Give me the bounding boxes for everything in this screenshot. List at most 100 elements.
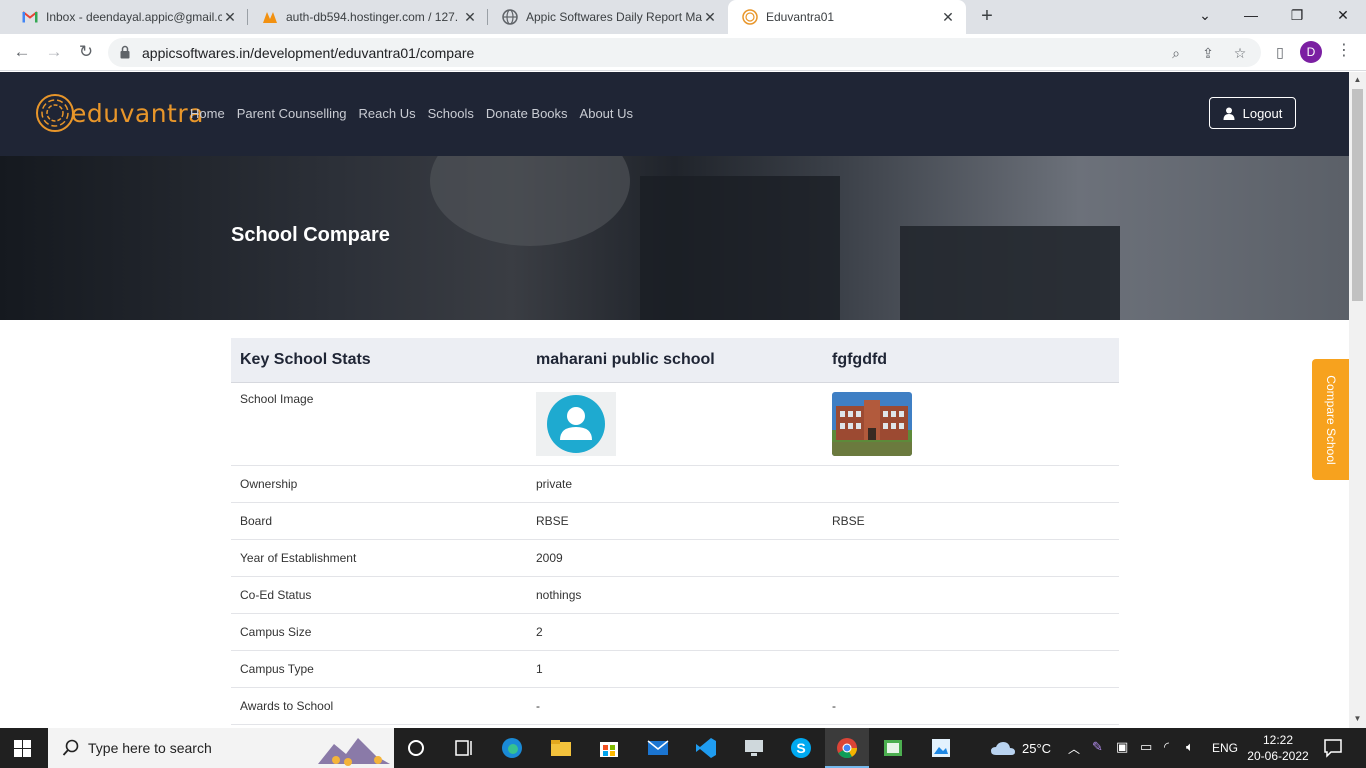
tab-eduvantra[interactable]: Eduvantra01 ✕ [728, 0, 966, 34]
chrome-taskbar-active[interactable] [825, 728, 869, 768]
maximize-button[interactable]: ❐ [1274, 0, 1320, 30]
close-icon[interactable]: ✕ [462, 9, 478, 26]
meet-icon[interactable]: ▣ [1116, 739, 1128, 755]
compare-school-label: Compare School [1323, 374, 1338, 465]
eduvantra-icon [742, 9, 758, 25]
nav-home[interactable]: Home [190, 106, 225, 121]
compare-school-tab[interactable]: Compare School [1312, 359, 1349, 480]
school-a-image-cell [527, 382, 823, 466]
row-label: Year of Establishment [231, 539, 527, 577]
address-bar[interactable]: appicsoftwares.in/development/eduvantra0… [108, 38, 1261, 67]
taskbar-search[interactable]: Type here to search [48, 728, 394, 768]
photos-icon[interactable] [929, 736, 953, 760]
header-school-b: fgfgdfd [823, 338, 1119, 383]
mail-icon[interactable] [646, 736, 670, 760]
zoom-icon[interactable]: ⌕ [1166, 43, 1186, 63]
clock[interactable]: 12:22 20-06-2022 [1246, 728, 1310, 768]
user-icon [1223, 107, 1235, 120]
profile-avatar[interactable]: D [1300, 41, 1322, 63]
reload-button[interactable]: ↻ [74, 40, 98, 64]
widgets-icon[interactable] [452, 736, 476, 760]
table-row: Ownership private [231, 465, 1119, 503]
scroll-up-arrow-icon[interactable]: ▲ [1349, 75, 1366, 84]
nav-donate-books[interactable]: Donate Books [486, 106, 568, 121]
nav-about-us[interactable]: About Us [580, 106, 633, 121]
site-logo[interactable]: eduvantra [35, 92, 204, 134]
school-a-value: - [527, 687, 823, 725]
task-manager-icon[interactable] [881, 736, 905, 760]
windows-taskbar: Type here to search S 25°C ︿ ✎ ▣ ▭ ◜ 🔈︎ … [0, 728, 1366, 768]
school-a-value: 2009 [527, 539, 823, 577]
main-menu: Home Parent Counselling Reach Us Schools… [190, 106, 633, 121]
language-indicator[interactable]: ENG [1212, 728, 1242, 768]
nav-reach-us[interactable]: Reach Us [359, 106, 416, 121]
side-panel-icon[interactable]: ▯ [1268, 40, 1292, 64]
close-window-button[interactable]: ✕ [1320, 0, 1366, 30]
school-b-value: - [823, 687, 1119, 725]
gmail-icon [22, 9, 38, 25]
row-label: Co-Ed Status [231, 576, 527, 614]
lock-icon [120, 45, 130, 59]
table-row: Year of Establishment 2009 [231, 539, 1119, 577]
table-row: Awards to School - - [231, 687, 1119, 725]
school-b-value [823, 539, 1119, 577]
scroll-down-arrow-icon[interactable]: ▼ [1349, 714, 1366, 723]
school-b-value: RBSE [823, 502, 1119, 540]
logout-button[interactable]: Logout [1209, 97, 1296, 129]
row-label: Awards to School [231, 687, 527, 725]
row-label: Campus Size [231, 613, 527, 651]
bookmark-star-icon[interactable]: ☆ [1230, 43, 1250, 63]
tab-gmail[interactable]: Inbox - deendayal.appic@gmail.c ✕ [8, 0, 248, 34]
eduvantra-logo-icon [36, 94, 74, 132]
back-button[interactable]: ← [10, 40, 34, 64]
battery-icon[interactable]: ▭ [1140, 739, 1152, 755]
search-icon [62, 739, 79, 756]
site-header: eduvantra Home Parent Counselling Reach … [0, 72, 1349, 156]
scrollbar-thumb[interactable] [1352, 89, 1363, 301]
table-row: Board RBSE RBSE [231, 502, 1119, 540]
edge-browser-icon[interactable] [500, 736, 524, 760]
weather-temp: 25°C [1022, 741, 1052, 756]
school-b-value [823, 650, 1119, 688]
page-viewport: eduvantra Home Parent Counselling Reach … [0, 72, 1349, 728]
vscode-icon[interactable] [694, 736, 718, 760]
close-icon[interactable]: ✕ [702, 9, 718, 26]
school-b-value [823, 576, 1119, 614]
tab-hostinger[interactable]: auth-db594.hostinger.com / 127. ✕ [248, 0, 488, 34]
skype-icon[interactable]: S [789, 736, 813, 760]
speaker-icon[interactable]: 🔈︎ [1186, 739, 1194, 755]
weather-widget[interactable]: 25°C [990, 728, 1060, 768]
file-explorer-icon[interactable] [549, 736, 573, 760]
table-row: Campus Size 2 [231, 613, 1119, 651]
nav-parent-counselling[interactable]: Parent Counselling [237, 106, 347, 121]
school-a-value: 1 [527, 650, 823, 688]
school-b-image-cell [823, 382, 1119, 466]
new-tab-button[interactable]: + [976, 5, 998, 27]
school-a-value: private [527, 465, 823, 503]
tab-title: Inbox - deendayal.appic@gmail.c [46, 10, 222, 24]
school-a-value: 2 [527, 613, 823, 651]
chevron-up-icon[interactable]: ︿ [1068, 740, 1080, 757]
wifi-icon[interactable]: ◜ [1164, 739, 1169, 755]
close-icon[interactable]: ✕ [222, 9, 238, 26]
nav-schools[interactable]: Schools [428, 106, 474, 121]
share-icon[interactable]: ⇪ [1198, 43, 1218, 63]
notification-icon[interactable] [1322, 737, 1344, 759]
header-key-stats: Key School Stats [231, 338, 527, 383]
close-icon[interactable]: ✕ [940, 9, 956, 26]
microsoft-store-icon[interactable] [597, 736, 621, 760]
task-view-icon[interactable] [404, 736, 428, 760]
menu-kebab-icon[interactable]: ⋮ [1336, 40, 1352, 60]
tab-search-icon[interactable]: ⌄ [1182, 0, 1228, 30]
windows-start-icon[interactable] [14, 740, 31, 757]
page-scrollbar[interactable]: ▲ ▼ [1349, 72, 1366, 728]
hero-banner: School Compare [0, 156, 1349, 320]
user-placeholder-icon [536, 391, 616, 456]
language-label: ENG [1212, 741, 1239, 755]
forward-button[interactable]: → [42, 40, 66, 64]
remote-desktop-icon[interactable] [742, 736, 766, 760]
minimize-button[interactable]: — [1228, 0, 1274, 30]
pen-icon[interactable]: ✎ [1092, 739, 1103, 755]
url-text: appicsoftwares.in/development/eduvantra0… [142, 45, 475, 61]
tab-appic-report[interactable]: Appic Softwares Daily Report Ma ✕ [488, 0, 728, 34]
